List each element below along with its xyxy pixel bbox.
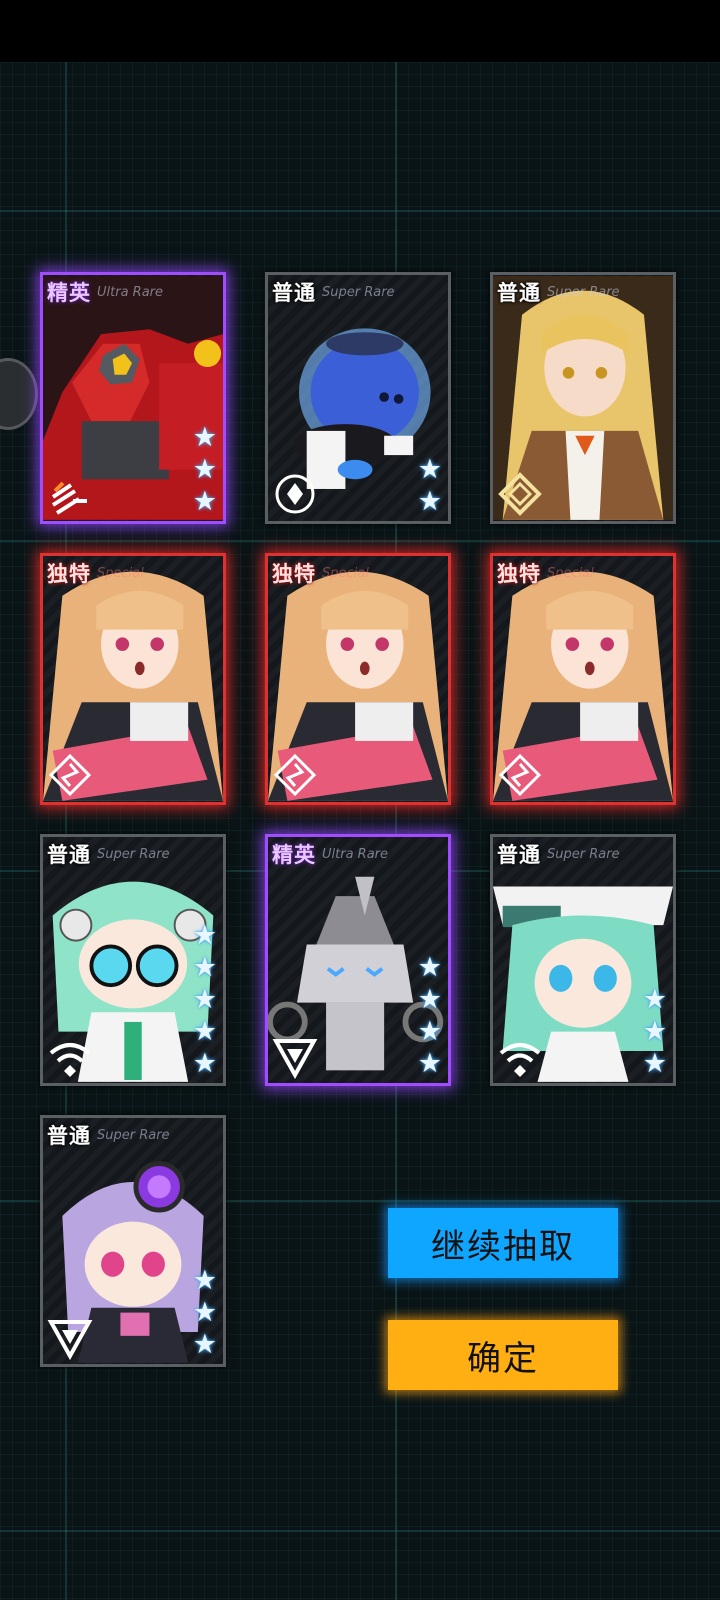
- shuriken-emblem-icon: [498, 753, 542, 797]
- result-card-9[interactable]: 普通 Super Rare ★ ★ ★: [490, 834, 676, 1086]
- star-icon: ★: [192, 1297, 217, 1328]
- grade-label: Special: [97, 566, 144, 581]
- star-icon: ★: [192, 1048, 217, 1079]
- rarity-label: 普通: [47, 1124, 91, 1148]
- shuriken-emblem-icon: [273, 753, 317, 797]
- star-icon: ★: [192, 454, 217, 485]
- continue-draw-button[interactable]: 继续抽取: [388, 1208, 618, 1278]
- rarity-label: 精英: [272, 843, 316, 867]
- star-rating: ★ ★ ★ ★ ★: [193, 921, 217, 1079]
- result-card-2[interactable]: 普通 Super Rare ★ ★: [265, 272, 451, 524]
- confirm-button[interactable]: 确定: [388, 1320, 618, 1390]
- star-icon: ★: [417, 1016, 442, 1047]
- star-icon: ★: [642, 984, 667, 1015]
- result-card-8[interactable]: 精英 Ultra Rare ★ ★ ★ ★: [265, 834, 451, 1086]
- result-card-1[interactable]: 精英 Ultra Rare ★ ★ ★: [40, 272, 226, 524]
- grade-label: Ultra Rare: [322, 847, 389, 862]
- rarity-label: 独特: [47, 562, 91, 586]
- star-rating: ★ ★ ★ ★: [418, 953, 442, 1079]
- wifi-signal-icon: [49, 1043, 91, 1077]
- result-card-4[interactable]: 独特 Special: [40, 553, 226, 805]
- target-ring-icon: [275, 474, 315, 514]
- star-rating: ★ ★ ★: [193, 423, 217, 517]
- claw-marks-icon: [51, 481, 87, 515]
- grade-label: Super Rare: [547, 847, 620, 862]
- rarity-label: 普通: [47, 843, 91, 867]
- star-rating: ★ ★: [418, 455, 442, 517]
- star-icon: ★: [192, 952, 217, 983]
- star-icon: ★: [192, 1016, 217, 1047]
- star-icon: ★: [192, 486, 217, 517]
- star-icon: ★: [192, 1329, 217, 1360]
- star-icon: ★: [192, 1265, 217, 1296]
- shuriken-emblem-icon: [48, 753, 92, 797]
- diamond-emblem-icon: [498, 472, 542, 516]
- star-icon: ★: [417, 1048, 442, 1079]
- grade-label: Super Rare: [97, 847, 170, 862]
- star-icon: ★: [642, 1016, 667, 1047]
- rarity-label: 普通: [497, 281, 541, 305]
- result-card-10[interactable]: 普通 Super Rare ★ ★ ★: [40, 1115, 226, 1367]
- grade-label: Super Rare: [97, 1128, 170, 1143]
- rarity-label: 精英: [47, 281, 91, 305]
- star-icon: ★: [417, 486, 442, 517]
- side-handle[interactable]: [0, 358, 38, 430]
- grade-label: Ultra Rare: [97, 285, 164, 300]
- wifi-signal-icon: [499, 1043, 541, 1077]
- rarity-label: 独特: [497, 562, 541, 586]
- star-icon: ★: [642, 1048, 667, 1079]
- grade-label: Special: [322, 566, 369, 581]
- star-icon: ★: [417, 454, 442, 485]
- rarity-label: 独特: [272, 562, 316, 586]
- result-card-7[interactable]: 普通 Super Rare ★ ★ ★ ★ ★: [40, 834, 226, 1086]
- result-card-6[interactable]: 独特 Special: [490, 553, 676, 805]
- star-icon: ★: [417, 952, 442, 983]
- grade-label: Special: [547, 566, 594, 581]
- star-rating: ★ ★ ★: [193, 1266, 217, 1360]
- grade-label: Super Rare: [547, 285, 620, 300]
- rarity-label: 普通: [272, 281, 316, 305]
- star-icon: ★: [192, 422, 217, 453]
- result-card-3[interactable]: 普通 Super Rare: [490, 272, 676, 524]
- star-rating: ★ ★ ★: [643, 985, 667, 1079]
- star-icon: ★: [192, 984, 217, 1015]
- grade-label: Super Rare: [322, 285, 395, 300]
- result-card-5[interactable]: 独特 Special: [265, 553, 451, 805]
- star-icon: ★: [417, 984, 442, 1015]
- triangle-emblem-icon: [47, 1320, 93, 1360]
- triangle-emblem-icon: [272, 1039, 318, 1079]
- star-icon: ★: [192, 920, 217, 951]
- rarity-label: 普通: [497, 843, 541, 867]
